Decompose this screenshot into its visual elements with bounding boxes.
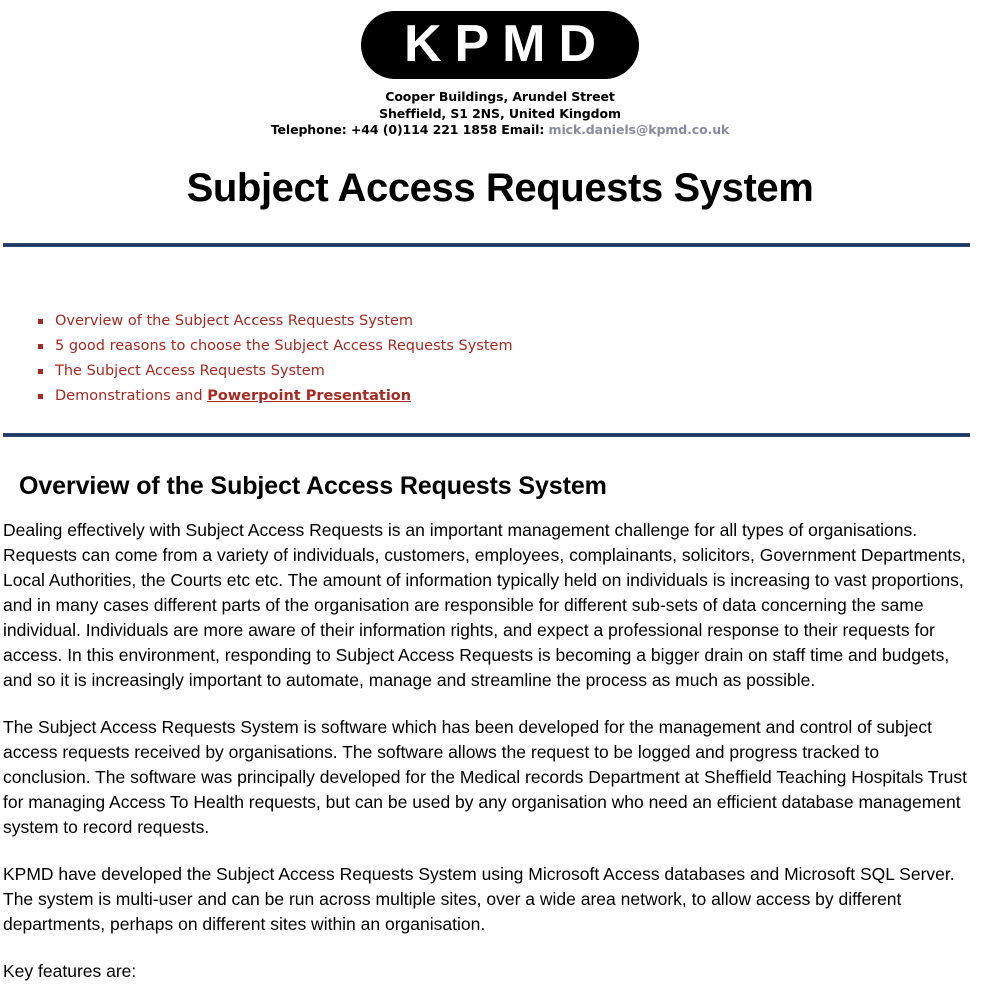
toc-item-overview[interactable]: Overview of the Subject Access Requests …: [0, 309, 1000, 334]
contact-details: Cooper Buildings, Arundel Street Sheffie…: [0, 89, 1000, 139]
document-page: KPMD Cooper Buildings, Arundel Street Sh…: [0, 0, 1000, 995]
divider-top: [3, 243, 970, 247]
overview-paragraph-2: The Subject Access Requests System is so…: [3, 717, 967, 837]
page-title: Subject Access Requests System: [186, 165, 814, 210]
address-line-1: Cooper Buildings, Arundel Street: [385, 89, 615, 104]
divider-middle: [3, 433, 970, 437]
powerpoint-presentation-link[interactable]: Powerpoint Presentation: [207, 388, 411, 404]
toc-item-reasons[interactable]: 5 good reasons to choose the Subject Acc…: [0, 334, 1000, 359]
address-line-2: Sheffield, S1 2NS, United Kingdom: [379, 105, 621, 121]
toc-item-label: Demonstrations and: [55, 388, 208, 404]
toc-item-label: The Subject Access Requests System: [55, 363, 325, 379]
section-heading-overview: Overview of the Subject Access Requests …: [19, 472, 607, 500]
page-header: KPMD Cooper Buildings, Arundel Street Sh…: [0, 0, 1000, 139]
toc-item-demonstrations[interactable]: Demonstrations and Powerpoint Presentati…: [0, 384, 1000, 409]
overview-paragraph-1: Dealing effectively with Subject Access …: [3, 520, 966, 690]
email-link[interactable]: mick.daniels@kpmd.co.uk: [549, 122, 730, 137]
toc-item-system[interactable]: The Subject Access Requests System: [0, 359, 1000, 384]
overview-paragraph-3: KPMD have developed the Subject Access R…: [3, 864, 955, 934]
kpmd-logo-text: KPMD: [403, 15, 610, 73]
overview-body: Dealing effectively with Subject Access …: [3, 518, 971, 984]
toc-item-label: Overview of the Subject Access Requests …: [55, 313, 414, 329]
telephone-label: Telephone: +44 (0)114 221 1858 Email:: [270, 122, 545, 138]
key-features-label: Key features are:: [3, 961, 137, 981]
table-of-contents: Overview of the Subject Access Requests …: [0, 309, 1000, 409]
toc-item-label: 5 good reasons to choose the Subject Acc…: [55, 338, 513, 354]
kpmd-logo: KPMD: [360, 11, 640, 79]
telephone-email-line: Telephone: +44 (0)114 221 1858 Email: mi…: [0, 122, 1000, 139]
